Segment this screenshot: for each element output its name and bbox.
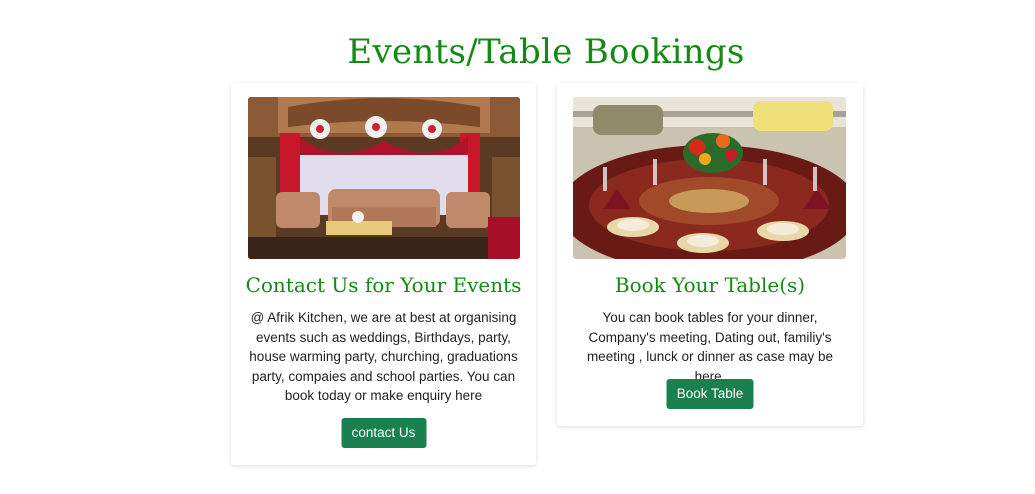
contact-us-button[interactable]: contact Us <box>341 418 426 448</box>
page-title: Events/Table Bookings <box>347 32 745 72</box>
dining-table-image <box>573 97 846 259</box>
table-booking-card-title: Book Your Table(s) <box>614 273 806 297</box>
table-booking-card-text: You can book tables for your dinner, Com… <box>586 310 834 384</box>
table-booking-card: Book Your Table(s) You can book tables f… <box>557 83 863 426</box>
events-card-text: @ Afrik Kitchen, we are at best at organ… <box>249 310 518 404</box>
event-stage-image <box>248 97 520 259</box>
book-table-button[interactable]: Book Table <box>666 379 754 409</box>
events-card: Contact Us for Your Events @ Afrik Kitch… <box>231 83 536 465</box>
events-card-title: Contact Us for Your Events <box>245 273 522 297</box>
